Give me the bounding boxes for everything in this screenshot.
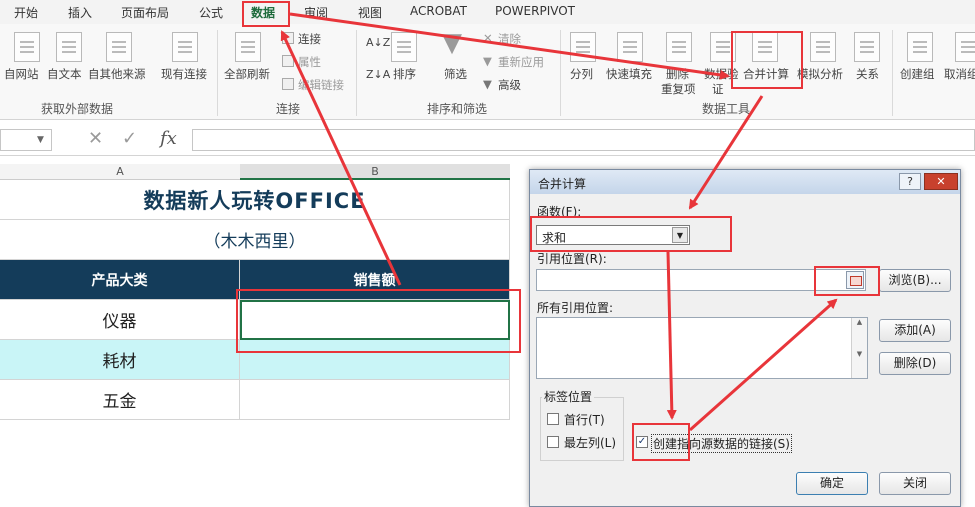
arrow-tab-to-consolidate (289, 12, 730, 80)
label-position-legend: 标签位置 (542, 388, 595, 405)
annotation-arrows (280, 12, 838, 432)
arrow-links-to-collapse (689, 298, 838, 432)
arrow-consolidate-to-function (688, 95, 764, 210)
arrow-function-to-links (666, 251, 677, 420)
arrow-cell-to-tab (280, 30, 402, 286)
